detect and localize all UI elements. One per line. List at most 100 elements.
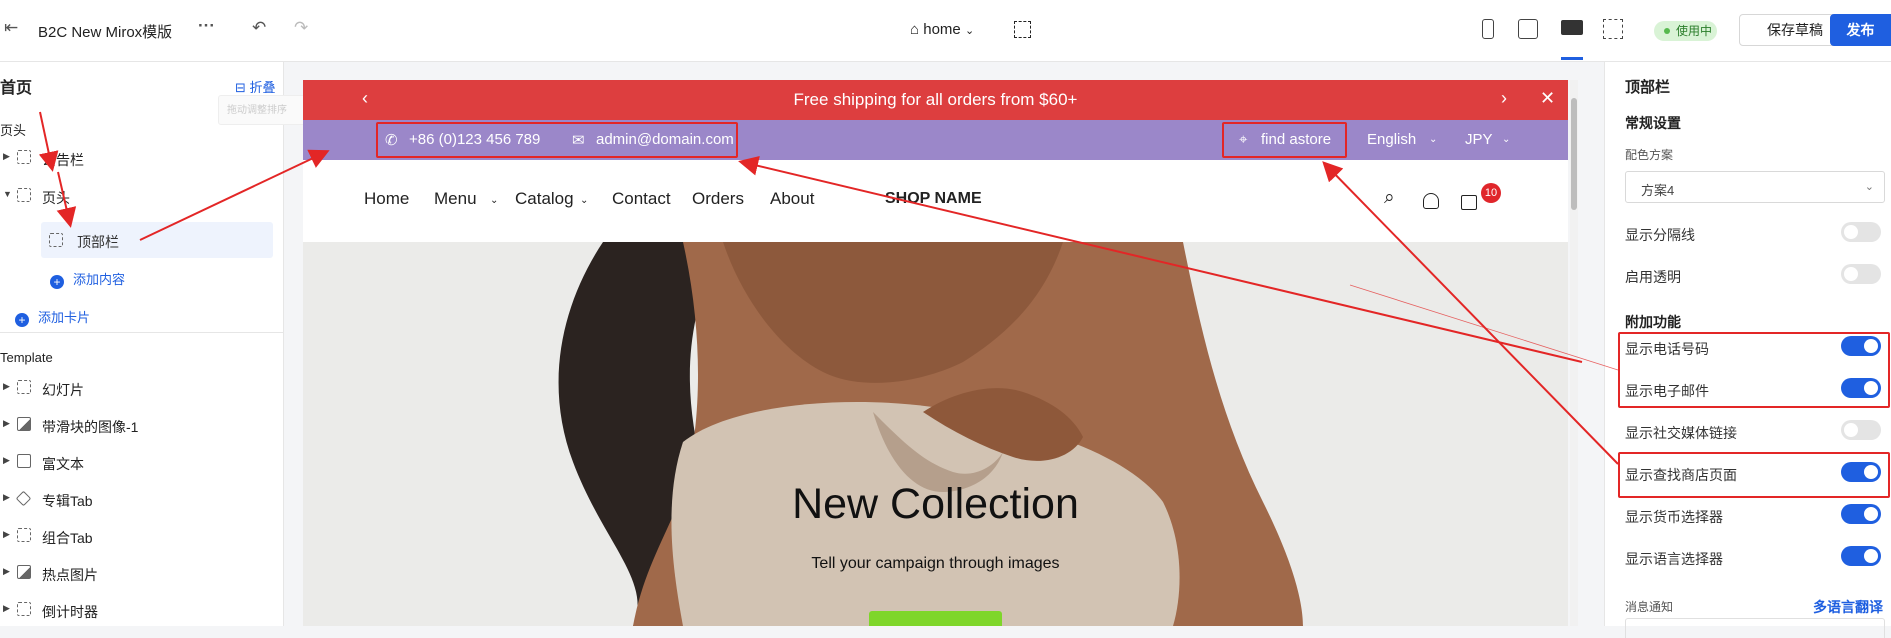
page-title: 首页 <box>0 80 33 97</box>
toggle-knob <box>1844 423 1858 437</box>
preview-scrollbar[interactable] <box>1570 80 1578 626</box>
collapse-button[interactable]: ⊟ 折叠 <box>235 77 276 96</box>
caret-right-icon[interactable]: ▶ <box>3 381 10 392</box>
nav-menu[interactable]: Menu <box>434 189 477 209</box>
dashed-frame-icon <box>17 150 31 164</box>
toggle-social[interactable] <box>1841 420 1881 440</box>
toggle-knob <box>1864 465 1878 479</box>
tag-icon <box>15 490 32 507</box>
tree-item-label: 热点图片 <box>42 567 98 583</box>
scrollbar-thumb[interactable] <box>1571 98 1577 210</box>
chevron-down-icon: ⌄ <box>964 25 975 37</box>
toggle-email[interactable] <box>1841 378 1881 398</box>
tree-item-slideshow[interactable]: ▶ 幻灯片 <box>0 371 284 407</box>
cart-icon[interactable] <box>1461 195 1477 210</box>
toggle-label-divider: 显示分隔线 <box>1625 227 1695 243</box>
toggle-divider[interactable] <box>1841 222 1881 242</box>
extra-section-label: 附加功能 <box>1625 314 1681 330</box>
mobile-view-icon[interactable] <box>1482 19 1494 39</box>
find-store-link[interactable]: find astore <box>1261 131 1331 148</box>
add-content-button[interactable]: + 添加内容 <box>50 269 125 289</box>
tree-item-header[interactable]: ▼ 页头 <box>0 179 284 215</box>
desktop-view-icon[interactable] <box>1561 20 1583 35</box>
undo-icon[interactable]: ↶ <box>252 18 266 38</box>
caret-right-icon[interactable]: ▶ <box>3 418 10 429</box>
search-icon[interactable]: ⌕ <box>1384 187 1395 209</box>
tree-item-label: 倒计时器 <box>42 604 98 620</box>
currency-selector[interactable]: JPY <box>1465 131 1493 148</box>
plus-icon: + <box>15 313 29 327</box>
main-navigation: Home Menu ⌄ Catalog ⌄ Contact Orders Abo… <box>303 160 1568 242</box>
caret-down-icon[interactable]: ▼ <box>3 189 12 199</box>
more-icon[interactable]: ··· <box>198 16 215 36</box>
email-address[interactable]: admin@domain.com <box>596 131 734 148</box>
language-selector[interactable]: English <box>1367 131 1416 148</box>
hero-cta-button[interactable] <box>869 611 1002 626</box>
tree-item-rich-text[interactable]: ▶ 富文本 <box>0 445 284 481</box>
tree-item-announcement[interactable]: ▶ 公告栏 <box>0 141 284 177</box>
nav-contact[interactable]: Contact <box>612 189 671 209</box>
close-icon[interactable]: ✕ <box>1540 88 1555 109</box>
toggle-label-find-store: 显示查找商店页面 <box>1625 467 1737 483</box>
panel-title: 顶部栏 <box>1625 79 1671 96</box>
dashed-frame-icon <box>49 233 63 247</box>
publish-button[interactable]: 发布 <box>1830 14 1891 46</box>
toggle-knob <box>1864 549 1878 563</box>
message-input[interactable] <box>1625 618 1885 638</box>
app-title: B2C New Mirox模版 <box>38 24 173 41</box>
toggle-label-currency: 显示货币选择器 <box>1625 509 1723 525</box>
tree-item-label: 页头 <box>42 190 70 206</box>
caret-right-icon[interactable]: ▶ <box>3 603 10 614</box>
multilang-translate-link[interactable]: 多语言翻译 <box>1813 597 1883 617</box>
color-scheme-select[interactable]: 方案4 ⌄ <box>1625 171 1885 203</box>
nav-about[interactable]: About <box>770 189 814 209</box>
page-selector[interactable]: ⌂ home ⌄ <box>910 21 974 38</box>
hero-title: New Collection <box>792 480 1079 528</box>
fullscreen-icon[interactable] <box>1603 19 1623 39</box>
hero-banner[interactable]: New Collection Tell your campaign throug… <box>303 242 1568 626</box>
toggle-currency[interactable] <box>1841 504 1881 524</box>
caret-right-icon[interactable]: ▶ <box>3 455 10 466</box>
exit-icon[interactable]: ⇤ <box>4 18 18 38</box>
general-section-label: 常规设置 <box>1625 115 1681 131</box>
home-icon: ⌂ <box>910 21 920 38</box>
image-icon <box>17 417 31 431</box>
chevron-down-icon: ⌄ <box>1502 134 1511 145</box>
header-section-label: 页头 <box>0 123 27 138</box>
select-tool-icon[interactable] <box>1014 21 1031 38</box>
tree-item-hotspot-image[interactable]: ▶ 热点图片 <box>0 556 284 592</box>
add-card-button[interactable]: + 添加卡片 <box>15 307 90 327</box>
shop-name[interactable]: SHOP NAME <box>885 190 982 208</box>
tree-item-topbar[interactable]: 顶部栏 <box>41 222 273 258</box>
toggle-knob <box>1864 339 1878 353</box>
tree-item-combo-tab[interactable]: ▶ 组合Tab <box>0 519 284 555</box>
toggle-label-social: 显示社交媒体链接 <box>1625 425 1737 441</box>
chevron-right-icon[interactable]: › <box>1501 88 1507 109</box>
tree-item-label: 幻灯片 <box>42 382 84 398</box>
caret-right-icon[interactable]: ▶ <box>3 566 10 577</box>
tree-item-image-slider[interactable]: ▶ 带滑块的图像-1 <box>0 408 284 444</box>
toggle-transparent[interactable] <box>1841 264 1881 284</box>
toggle-language[interactable] <box>1841 546 1881 566</box>
toggle-find-store[interactable] <box>1841 462 1881 482</box>
redo-icon[interactable]: ↷ <box>294 18 308 38</box>
toggle-phone[interactable] <box>1841 336 1881 356</box>
tree-item-label: 专辑Tab <box>42 493 93 509</box>
caret-right-icon[interactable]: ▶ <box>3 529 10 540</box>
phone-number[interactable]: +86 (0)123 456 789 <box>409 131 540 148</box>
account-icon[interactable] <box>1423 193 1439 209</box>
nav-orders[interactable]: Orders <box>692 189 744 209</box>
divider <box>0 332 284 333</box>
tablet-view-icon[interactable] <box>1518 19 1538 39</box>
caret-right-icon[interactable]: ▶ <box>3 151 10 162</box>
chevron-down-icon: ⌄ <box>580 195 589 206</box>
announcement-bar[interactable]: ‹ Free shipping for all orders from $60+… <box>303 80 1568 120</box>
store-preview: ‹ Free shipping for all orders from $60+… <box>303 80 1568 626</box>
tree-item-album-tab[interactable]: ▶ 专辑Tab <box>0 482 284 518</box>
tree-item-countdown[interactable]: ▶ 倒计时器 <box>0 593 284 629</box>
announcement-text: Free shipping for all orders from $60+ <box>793 90 1078 109</box>
nav-home[interactable]: Home <box>364 189 409 209</box>
nav-catalog[interactable]: Catalog <box>515 189 574 209</box>
caret-right-icon[interactable]: ▶ <box>3 492 10 503</box>
plus-icon: + <box>50 275 64 289</box>
